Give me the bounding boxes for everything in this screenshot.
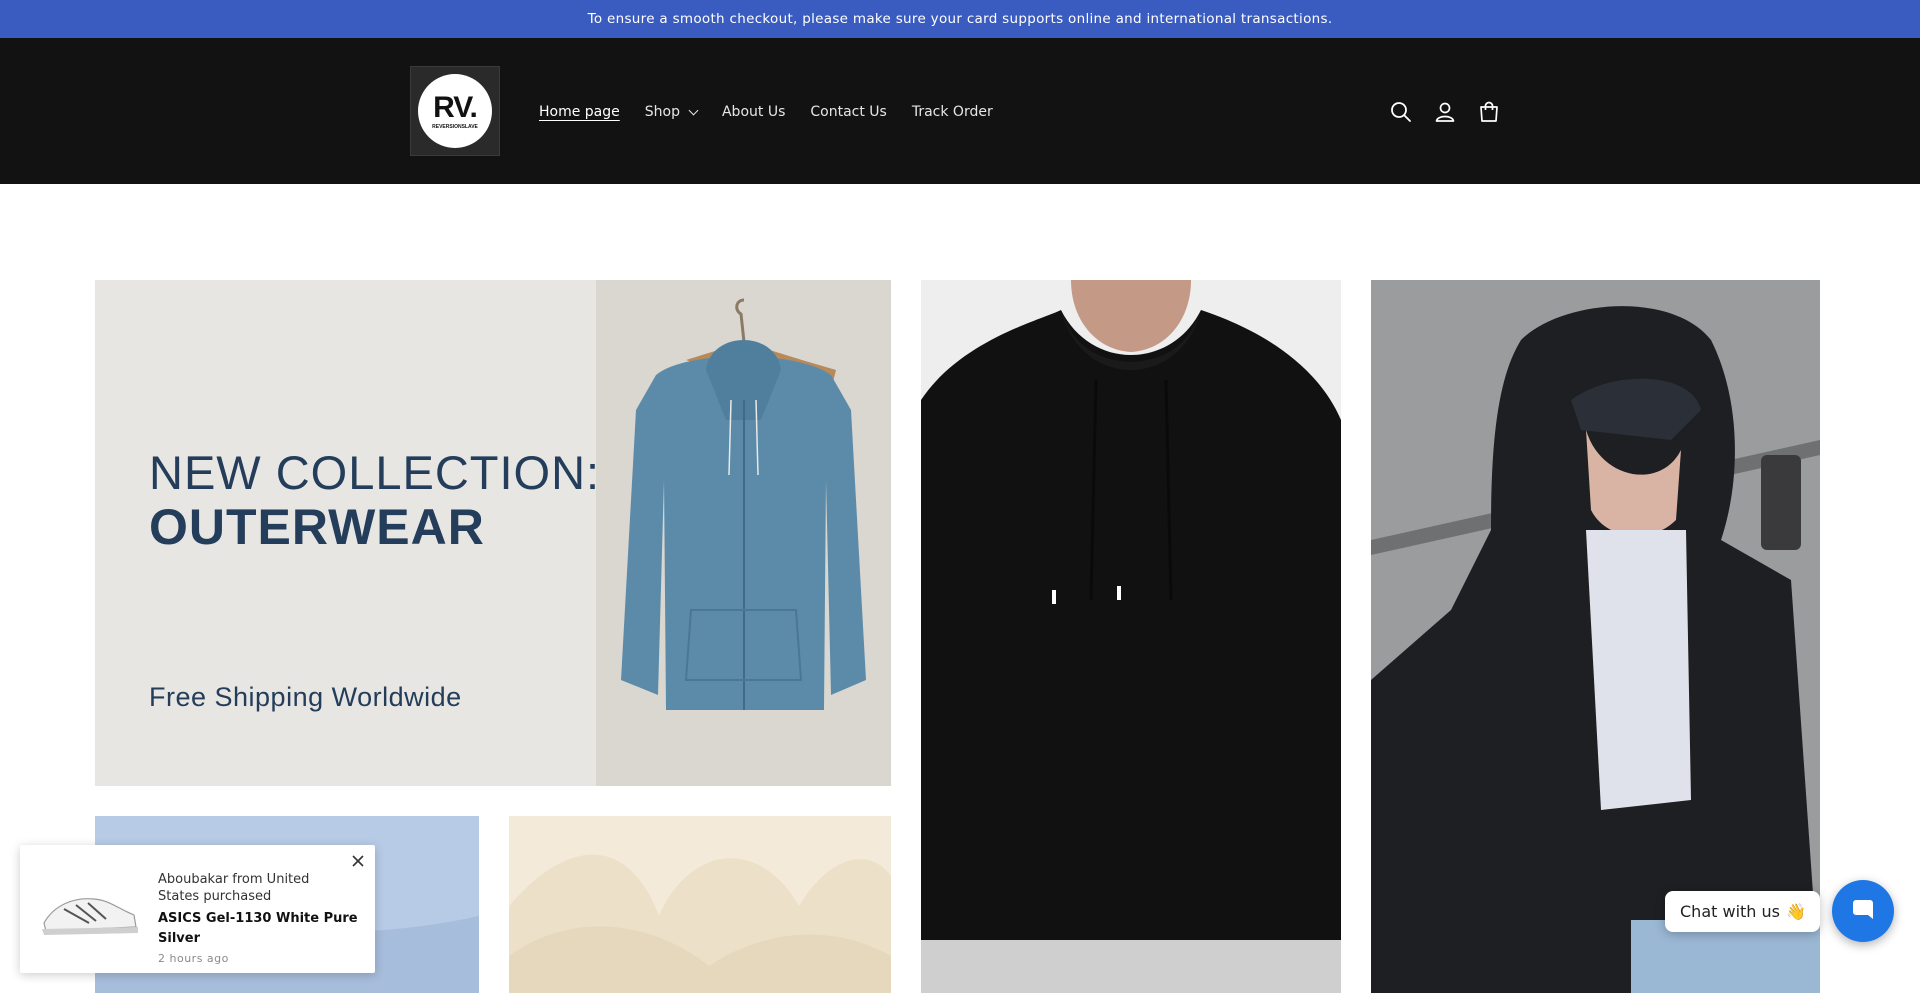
black-hoodie-image[interactable] [921,280,1341,993]
announcement-bar: To ensure a smooth checkout, please make… [0,0,1920,38]
nav-shop-label: Shop [644,104,680,120]
banner-subtitle: Free Shipping Worldwide [149,682,462,712]
purchase-who: Aboubakar from United States purchased [158,872,310,904]
logo-mark: RV. [433,90,478,124]
nav-home[interactable]: Home page [539,104,620,120]
nav-track-order[interactable]: Track Order [912,104,993,120]
woman-hoodie-image[interactable] [1371,280,1820,993]
cream-knit-image[interactable] [509,816,891,993]
chat-prompt[interactable]: Chat with us 👋 [1665,891,1820,932]
wave-icon: 👋 [1785,902,1806,921]
recent-purchase-popup[interactable]: Aboubakar from United States purchased A… [20,845,375,973]
account-icon[interactable] [1430,97,1460,127]
chevron-down-icon [688,105,699,115]
purchase-time: 2 hours ago [158,952,229,965]
close-icon[interactable] [350,853,366,869]
hoodie-image [596,280,891,786]
main-nav: Home page Shop About Us Contact Us Track… [539,100,1018,124]
announcement-text: To ensure a smooth checkout, please make… [587,11,1333,27]
chat-button[interactable] [1832,880,1894,942]
banner-title-line1: NEW COLLECTION: [149,446,601,499]
nav-contact[interactable]: Contact Us [810,104,886,120]
logo-tagline: REVERSIONSLAVE [432,123,478,130]
header-actions [1386,97,1518,127]
chat-label: Chat with us [1680,902,1780,921]
collection-banner[interactable]: NEW COLLECTION: OUTERWEAR Free Shipping … [95,280,891,786]
chat-bubble-icon [1853,900,1873,919]
nav-shop[interactable]: Shop [644,104,699,120]
logo-badge: RV. REVERSIONSLAVE [418,74,492,148]
nav-about[interactable]: About Us [722,104,785,120]
purchase-product[interactable]: ASICS Gel-1130 White Pure Silver [158,909,358,949]
cart-icon[interactable] [1474,97,1504,127]
banner-title-line2: OUTERWEAR [149,499,485,555]
store-logo[interactable]: RV. REVERSIONSLAVE [410,66,500,156]
product-thumbnail [34,875,146,947]
site-header: RV. REVERSIONSLAVE Home page Shop About … [0,38,1920,184]
search-icon[interactable] [1386,97,1416,127]
